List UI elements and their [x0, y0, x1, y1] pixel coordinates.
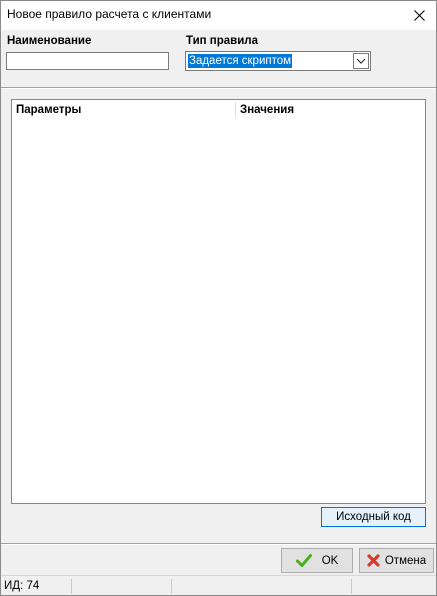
grid-header: Параметры Значения: [12, 100, 425, 120]
close-button[interactable]: [402, 1, 436, 30]
column-header-values[interactable]: Значения: [240, 104, 294, 116]
source-code-button[interactable]: Исходный код: [321, 507, 426, 527]
close-icon: [413, 10, 425, 21]
name-input[interactable]: [6, 52, 169, 70]
checkmark-icon: [295, 554, 312, 567]
title-bar: Новое правило расчета с клиентами: [1, 1, 436, 30]
column-header-parameters[interactable]: Параметры: [16, 104, 81, 116]
rule-type-value: Задается скриптом: [188, 54, 293, 68]
status-bar: ИД: 74: [1, 575, 436, 595]
column-divider[interactable]: [235, 102, 236, 118]
rule-type-label: Тип правила: [186, 35, 259, 47]
status-divider: [351, 579, 352, 594]
dropdown-button[interactable]: [353, 53, 369, 69]
source-code-label: Исходный код: [336, 511, 411, 523]
separator-bottom-highlight: [1, 544, 436, 545]
ok-label: OK: [321, 554, 339, 567]
separator-top-highlight: [1, 88, 436, 89]
cancel-label: Отмена: [384, 554, 427, 567]
dialog-window: Новое правило расчета с клиентами Наимен…: [0, 0, 437, 596]
parameters-grid[interactable]: Параметры Значения: [11, 99, 426, 504]
chevron-down-icon: [356, 58, 366, 64]
name-label: Наименование: [7, 35, 92, 47]
cross-icon: [367, 554, 380, 567]
ok-button[interactable]: OK: [281, 548, 353, 573]
window-title: Новое правило расчета с клиентами: [7, 7, 212, 21]
status-divider: [71, 579, 72, 594]
cancel-button[interactable]: Отмена: [359, 548, 434, 573]
status-divider: [171, 579, 172, 594]
rule-type-select[interactable]: Задается скриптом: [185, 51, 371, 71]
record-id: ИД: 74: [4, 580, 40, 592]
